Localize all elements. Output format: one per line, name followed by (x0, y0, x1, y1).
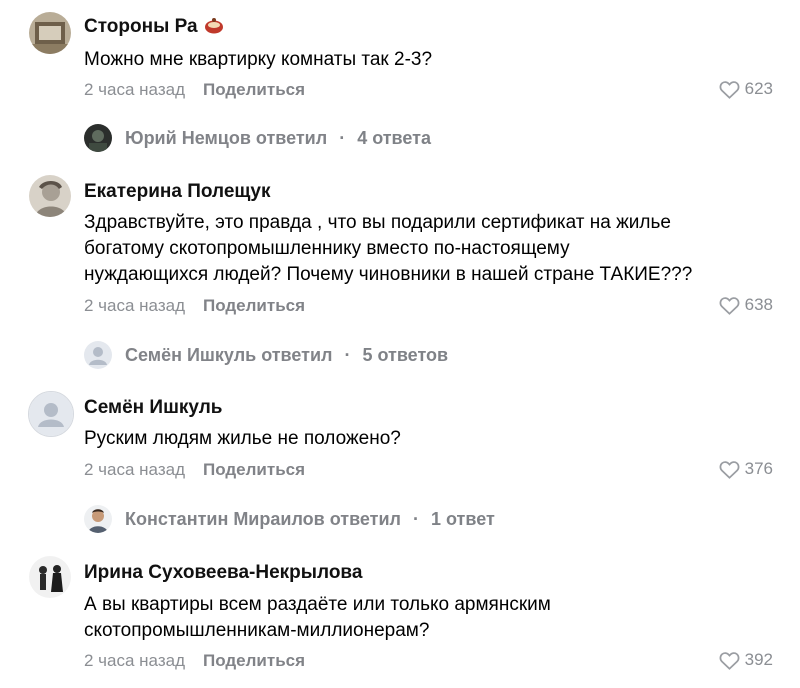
share-button[interactable]: Поделиться (203, 80, 305, 99)
comment-author[interactable]: Екатерина Полещук (84, 181, 271, 203)
reply-author: Семён Ишкуль ответил (125, 344, 333, 365)
like-count: 392 (744, 650, 773, 669)
like-count: 376 (744, 459, 773, 478)
comment-meta: 2 часа назад Поделиться (84, 651, 305, 671)
like-button[interactable]: 623 (719, 79, 773, 99)
comment-author[interactable]: Семён Ишкуль (84, 397, 222, 419)
like-button[interactable]: 638 (719, 295, 773, 315)
heart-icon (719, 80, 740, 99)
comment-time[interactable]: 2 часа назад (84, 460, 185, 479)
comment-author[interactable]: Ирина Суховеева-Некрылова (84, 562, 362, 584)
comment-text: Здравствуйте, это правда , что вы подари… (84, 212, 693, 285)
comment-text: Руским людям жилье не положено? (84, 428, 401, 449)
separator: · (339, 127, 346, 148)
reply-count: 5 ответов (362, 344, 449, 365)
replies-link[interactable]: Юрий Немцов ответил · 4 ответа (84, 124, 431, 152)
reply-avatar (84, 505, 112, 533)
heart-icon (719, 460, 740, 479)
avatar[interactable] (29, 12, 71, 54)
reply-author: Константин Мираилов ответил (125, 508, 401, 529)
share-button[interactable]: Поделиться (203, 460, 305, 479)
like-button[interactable]: 392 (719, 650, 773, 670)
heart-icon (719, 296, 740, 315)
reply-count: 1 ответ (431, 508, 495, 529)
like-button[interactable]: 376 (719, 459, 773, 479)
avatar[interactable] (28, 391, 74, 437)
share-button[interactable]: Поделиться (203, 296, 305, 315)
emoji-icon (204, 16, 224, 34)
avatar[interactable] (29, 175, 71, 217)
heart-icon (719, 651, 740, 670)
comment-meta: 2 часа назад Поделиться (84, 460, 305, 480)
comment-meta: 2 часа назад Поделиться (84, 80, 305, 100)
comment-text: Можно мне квартирку комнаты так 2-3? (84, 49, 433, 70)
replies-link[interactable]: Семён Ишкуль ответил · 5 ответов (84, 341, 448, 369)
like-count: 638 (744, 295, 773, 314)
reply-avatar (84, 124, 112, 152)
comment-author[interactable]: Стороны Ра (84, 16, 224, 38)
reply-author: Юрий Немцов ответил (125, 127, 328, 148)
replies-link[interactable]: Константин Мираилов ответил · 1 ответ (84, 505, 495, 533)
comment-time[interactable]: 2 часа назад (84, 80, 185, 99)
separator: · (344, 344, 351, 365)
comment-time[interactable]: 2 часа назад (84, 296, 185, 315)
comment-meta: 2 часа назад Поделиться (84, 296, 305, 316)
reply-avatar (84, 341, 112, 369)
avatar[interactable] (29, 556, 71, 598)
like-count: 623 (744, 79, 773, 98)
share-button[interactable]: Поделиться (203, 651, 305, 670)
separator: · (413, 508, 419, 529)
comment-text: А вы квартиры всем раздаёте или только а… (84, 594, 551, 641)
comment-time[interactable]: 2 часа назад (84, 651, 185, 670)
reply-count: 4 ответа (357, 127, 431, 148)
